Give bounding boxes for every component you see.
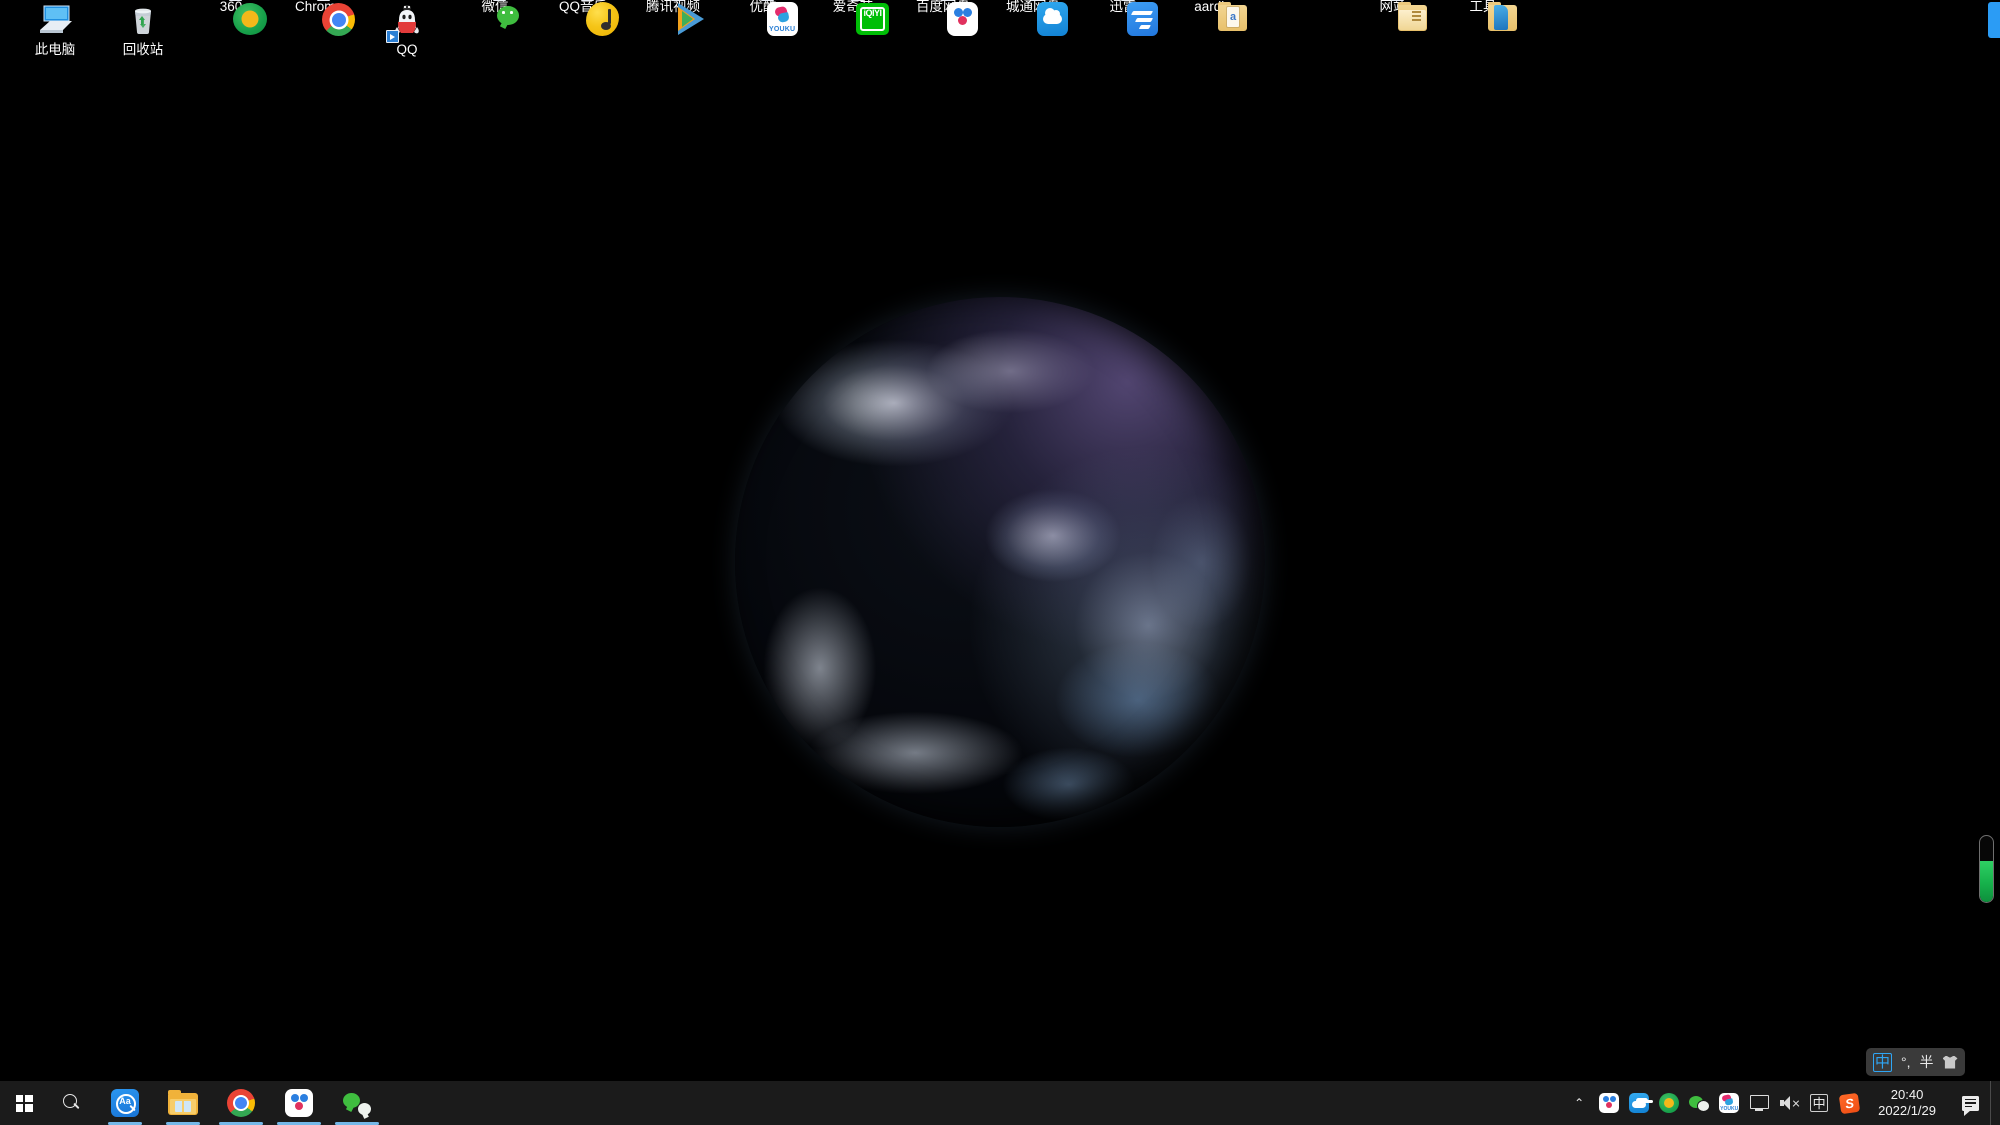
monitor-icon <box>1749 1095 1769 1111</box>
start-button[interactable] <box>0 1081 48 1125</box>
volume-gauge-fill <box>1980 861 1993 902</box>
tray-display-icon[interactable] <box>1744 1081 1774 1125</box>
baidu-netdisk-icon <box>285 1089 313 1117</box>
desktop-icon-wechat[interactable]: 微信 <box>450 0 540 25</box>
tray-wechat-icon[interactable] <box>1684 1081 1714 1125</box>
desktop-icon-label: 微信 <box>481 0 509 14</box>
desktop-icon-folder-blue[interactable]: 工具 <box>1438 0 1528 31</box>
shortcut-arrow-icon <box>941 0 954 1</box>
search-button[interactable] <box>48 1081 96 1125</box>
desktop-icon-tencent-video[interactable]: 腾讯视频 <box>628 0 718 35</box>
tray-volume-muted-icon[interactable] <box>1774 1081 1804 1125</box>
ime-chinese-icon: 中 <box>1810 1094 1829 1112</box>
tray-baidu-netdisk-icon[interactable] <box>1594 1081 1624 1125</box>
recycle-bin-icon <box>124 8 162 42</box>
ime-language-mode[interactable]: 中 <box>1873 1052 1892 1072</box>
sogou-ime-toolbar[interactable]: 中 °, 半 <box>1866 1048 1965 1076</box>
show-hidden-icons-chevron[interactable]: ⌃ <box>1564 1081 1594 1125</box>
taskbar[interactable]: Aa ⌃ YOUKU 中 S 20:40 2022/1/29 <box>0 1081 2000 1125</box>
taskbar-app-wechat[interactable] <box>328 1081 386 1125</box>
tray-youku-icon[interactable]: YOUKU <box>1714 1081 1744 1125</box>
ime-punctuation-mode[interactable]: °, <box>1901 1055 1911 1069</box>
clock-date: 2022/1/29 <box>1878 1103 1936 1118</box>
volume-gauge[interactable] <box>1979 835 1994 903</box>
search-icon <box>63 1094 81 1112</box>
desktop-icon-ctfile-netdisk[interactable]: 城通网盘 <box>988 0 1078 36</box>
360-safeguard-icon <box>1659 1093 1680 1113</box>
desktop[interactable]: 此电脑 回收站 360 Chrome QQ 微信 QQ音乐 腾讯视频 YOUKU 优酷 iQIYI 爱… <box>0 0 2000 1125</box>
desktop-icon-grid: 此电脑 回收站 360 Chrome QQ 微信 QQ音乐 腾讯视频 YOUKU 优酷 iQIYI 爱… <box>0 0 2000 70</box>
edge-panel-handle[interactable] <box>1988 2 2000 38</box>
ime-width-mode[interactable]: 半 <box>1920 1055 1934 1069</box>
tray-sogou-icon[interactable]: S <box>1834 1081 1864 1125</box>
baidu-netdisk-icon <box>1599 1093 1620 1113</box>
notification-icon <box>1961 1095 1979 1116</box>
cloud-icon <box>1629 1093 1650 1113</box>
desktop-icon-chrome[interactable]: Chrome <box>274 0 364 36</box>
shortcut-arrow-icon <box>317 0 330 1</box>
shortcut-arrow-icon <box>851 0 864 1</box>
wechat-icon <box>343 1090 371 1116</box>
desktop-icon-aardio-folder[interactable]: a aardio <box>1168 0 1258 31</box>
taskbar-app-baidu-netdisk[interactable] <box>270 1081 328 1125</box>
tray-ctfile-icon[interactable] <box>1624 1081 1654 1125</box>
shortcut-arrow-icon <box>229 0 242 1</box>
desktop-icon-this-pc[interactable]: 此电脑 <box>10 0 100 57</box>
shortcut-arrow-icon <box>1391 0 1404 1</box>
tray-360-icon[interactable] <box>1654 1081 1684 1125</box>
speaker-muted-icon <box>1779 1095 1799 1111</box>
shortcut-arrow-icon <box>493 0 506 1</box>
shirt-icon <box>1942 1055 1958 1069</box>
file-explorer-icon <box>168 1089 198 1116</box>
shortcut-arrow-icon <box>581 0 594 1</box>
desktop-icon-baidu-netdisk[interactable]: 百度网盘 <box>898 0 988 36</box>
clock[interactable]: 20:40 2022/1/29 <box>1864 1081 1950 1125</box>
desktop-icon-360-safeguard[interactable]: 360 <box>186 0 276 35</box>
desktop-icon-label: 此电脑 <box>34 42 76 57</box>
desktop-icon-thunder-xunlei[interactable]: 迅雷 <box>1078 0 1168 36</box>
taskbar-left-group: Aa <box>0 1081 386 1125</box>
desktop-icon-iqiyi[interactable]: iQIYI 爱奇艺 <box>808 0 898 35</box>
shortcut-arrow-icon <box>1121 0 1134 1</box>
desktop-icon-label: QQ <box>396 42 418 57</box>
shortcut-arrow-icon <box>386 30 399 43</box>
desktop-icon-qq-music[interactable]: QQ音乐 <box>538 0 628 36</box>
sogou-icon: S <box>1838 1092 1860 1114</box>
shortcut-arrow-icon <box>671 0 684 1</box>
shortcut-arrow-icon <box>761 0 774 1</box>
this-pc-icon <box>36 5 74 42</box>
earth-wallpaper-image <box>735 297 1265 827</box>
system-tray: ⌃ YOUKU 中 S 20:40 2022/1/29 <box>1564 1081 2000 1125</box>
youku-icon: YOUKU <box>1719 1093 1740 1113</box>
desktop-icon-recycle-bin[interactable]: 回收站 <box>98 0 188 57</box>
desktop-icon-qq[interactable]: QQ <box>362 0 452 57</box>
action-center-button[interactable] <box>1950 1081 1990 1125</box>
aa-search-icon: Aa <box>111 1089 139 1117</box>
chrome-icon <box>227 1089 255 1117</box>
windows-logo-icon <box>15 1094 33 1112</box>
shortcut-arrow-icon <box>1031 0 1044 1</box>
taskbar-app-file-explorer[interactable] <box>154 1081 212 1125</box>
taskbar-app-chrome[interactable] <box>212 1081 270 1125</box>
desktop-icon-folder[interactable]: 网站 <box>1348 0 1438 31</box>
taskbar-app-aa-search[interactable]: Aa <box>96 1081 154 1125</box>
desktop-wallpaper <box>0 0 2000 1125</box>
show-desktop-button[interactable] <box>1990 1081 1996 1125</box>
wechat-icon <box>1689 1094 1710 1112</box>
desktop-icon-label: 回收站 <box>122 42 164 57</box>
qq-icon <box>386 5 426 43</box>
tray-ime-indicator[interactable]: 中 <box>1804 1081 1834 1125</box>
desktop-icon-youku[interactable]: YOUKU 优酷 <box>718 0 808 36</box>
ime-skin-button[interactable] <box>1942 1055 1958 1069</box>
clock-time: 20:40 <box>1890 1087 1924 1102</box>
